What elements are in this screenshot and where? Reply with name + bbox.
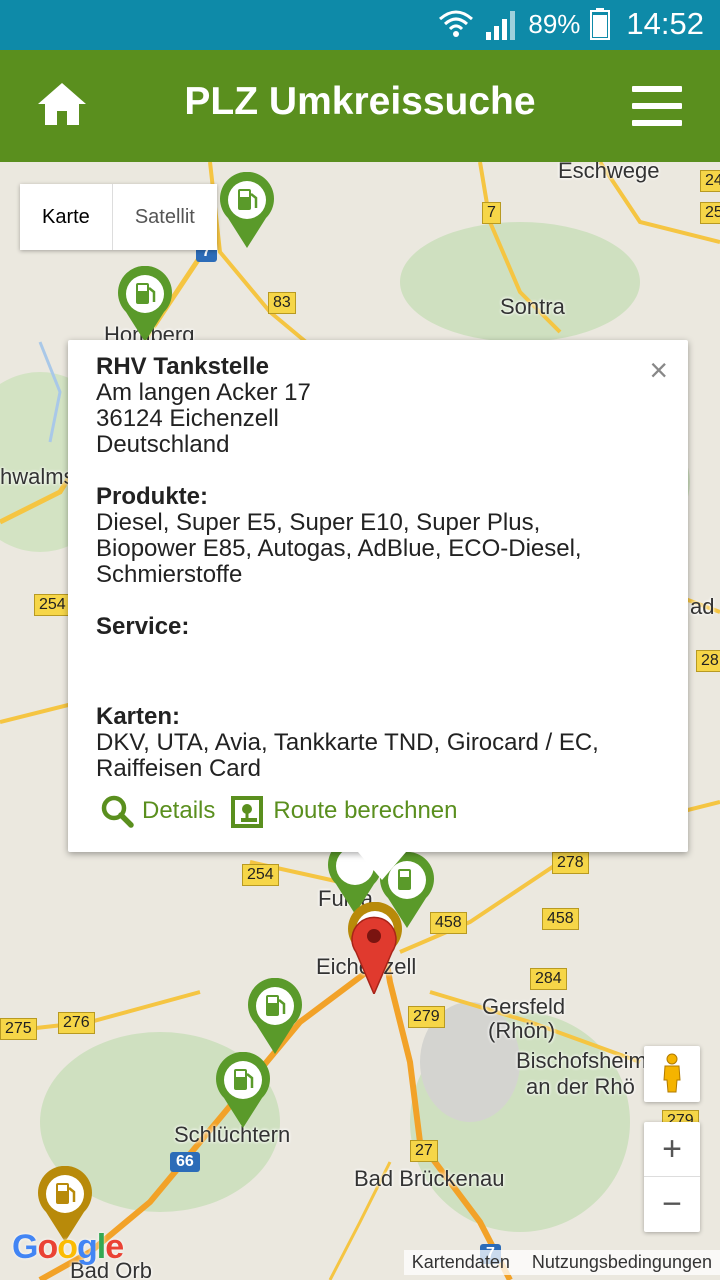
hamburger-menu-icon[interactable] <box>632 86 682 128</box>
service-heading: Service: <box>96 613 190 640</box>
station-street: Am langen Acker 17 <box>96 379 311 406</box>
app-bar: PLZ Umkreissuche <box>0 50 720 162</box>
clock: 14:52 <box>626 6 704 41</box>
street-view-pegman[interactable] <box>644 1046 700 1102</box>
map-attribution: Kartendaten Nutzungsbedingungen <box>403 1250 720 1275</box>
road-shield: 254 <box>242 864 279 886</box>
info-window-tail <box>358 852 406 880</box>
road-shield: 276 <box>58 1012 95 1034</box>
zoom-control: + − <box>644 1122 700 1232</box>
battery-percent: 89% <box>528 8 581 39</box>
zoom-in-button[interactable]: + <box>644 1122 700 1177</box>
map-type-control: Karte Satellit <box>20 184 217 250</box>
road-shield: 458 <box>542 908 579 930</box>
info-links: Details Route berechnen <box>100 794 474 828</box>
road-shield: 24 <box>700 170 720 192</box>
road-shield: 275 <box>0 1018 37 1040</box>
road-shield: 83 <box>268 292 296 314</box>
fuel-station-pin[interactable] <box>246 978 304 1054</box>
cards-list: DKV, UTA, Avia, Tankkarte TND, Girocard … <box>96 729 599 782</box>
terms-link[interactable]: Nutzungsbedingungen <box>532 1252 712 1273</box>
map-label: (Rhön) <box>488 1018 556 1043</box>
road-shield: 279 <box>408 1006 445 1028</box>
map-label: Eschwege <box>558 162 660 183</box>
signal-icon <box>486 11 516 40</box>
products-heading: Produkte: <box>96 483 209 510</box>
route-label: Route berechnen <box>273 797 458 824</box>
close-icon[interactable]: × <box>649 354 668 386</box>
fuel-station-pin[interactable] <box>116 266 174 342</box>
details-link[interactable]: Details <box>100 794 215 828</box>
search-icon <box>101 795 134 828</box>
info-content: RHV Tankstelle Am langen Acker 17 36124 … <box>96 354 636 782</box>
map-label: an der Rhö <box>526 1074 635 1099</box>
road-shield: 284 <box>530 968 567 990</box>
route-link[interactable]: Route berechnen <box>231 794 458 828</box>
cards-heading: Karten: <box>96 703 181 730</box>
map-label: Bad Brückenau <box>354 1166 505 1191</box>
station-city: 36124 Eichenzell <box>96 405 279 432</box>
road-shield: 278 <box>552 852 589 874</box>
map-route-icon <box>231 796 264 828</box>
map-label: Gersfeld <box>482 994 566 1019</box>
station-country: Deutschland <box>96 431 230 458</box>
wifi-icon <box>439 10 474 37</box>
map-label: hwalms <box>0 464 75 489</box>
details-label: Details <box>142 797 216 824</box>
map-label: ad <box>690 594 715 619</box>
road-shield: 25 <box>700 202 720 224</box>
road-shield: 7 <box>482 202 501 224</box>
page-title: PLZ Umkreissuche <box>184 80 536 123</box>
selected-location-marker[interactable] <box>350 914 398 994</box>
google-logo: Google <box>12 1228 124 1266</box>
fuel-station-pin[interactable] <box>218 172 276 248</box>
road-shield: 27 <box>410 1140 438 1162</box>
status-bar: 89% 14:52 <box>0 0 720 50</box>
map-type-karte-button[interactable]: Karte <box>20 184 112 250</box>
road-shield: 28 <box>696 650 720 672</box>
products-list: Diesel, Super E5, Super E10, Super Plus,… <box>96 509 582 588</box>
map-label: Sontra <box>500 294 565 319</box>
map-view[interactable]: Eschwege Sontra Homberg hwalms ad Fulda … <box>0 162 720 1280</box>
station-name: RHV Tankstelle <box>96 353 269 380</box>
pegman-icon <box>663 1053 681 1093</box>
map-data-link[interactable]: Kartendaten <box>412 1252 510 1273</box>
service-list <box>96 640 636 692</box>
map-label: Bischofsheim <box>516 1048 647 1073</box>
battery-icon <box>590 8 611 40</box>
station-info-window: × RHV Tankstelle Am langen Acker 17 3612… <box>68 340 688 880</box>
road-shield: 254 <box>34 594 71 616</box>
zoom-out-button[interactable]: − <box>644 1177 700 1232</box>
autobahn-shield: 66 <box>170 1152 200 1172</box>
fuel-station-pin[interactable] <box>214 1052 272 1128</box>
map-type-satellit-button[interactable]: Satellit <box>111 184 217 250</box>
